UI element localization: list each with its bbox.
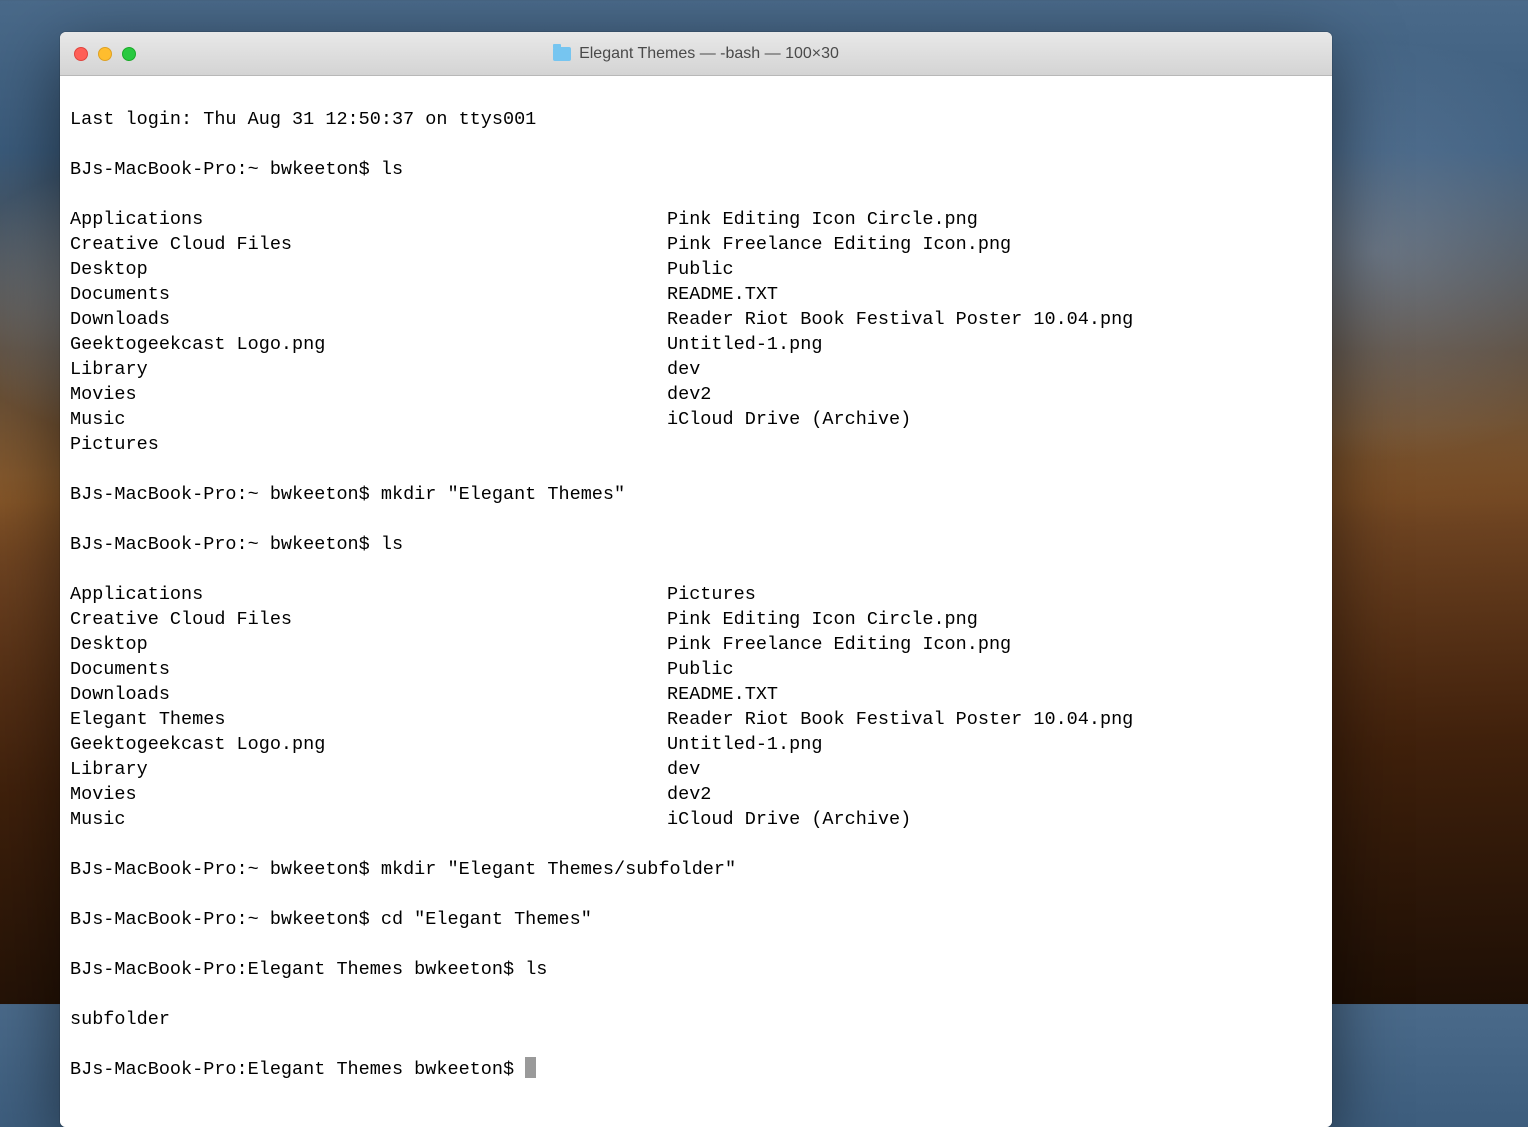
ls-column-1: Applications Creative Cloud Files Deskto… — [70, 207, 667, 457]
window-title: Elegant Themes — -bash — 100×30 — [579, 45, 839, 63]
command-text: ls — [525, 959, 547, 980]
ls-column-1: Applications Creative Cloud Files Deskto… — [70, 582, 667, 832]
ls-column-2: Pictures Pink Editing Icon Circle.png Pi… — [667, 582, 1133, 832]
prompt-line-3: BJs-MacBook-Pro:~ bwkeeton$ ls — [70, 532, 1322, 557]
title-center: Elegant Themes — -bash — 100×30 — [60, 45, 1332, 63]
command-text: ls — [381, 534, 403, 555]
maximize-button[interactable] — [122, 47, 136, 61]
command-text: ls — [381, 159, 403, 180]
prompt-line-1: BJs-MacBook-Pro:~ bwkeeton$ ls — [70, 157, 1322, 182]
ls-output-1: Applications Creative Cloud Files Deskto… — [70, 207, 1322, 457]
close-button[interactable] — [74, 47, 88, 61]
titlebar: Elegant Themes — -bash — 100×30 — [60, 32, 1332, 76]
folder-icon — [553, 47, 571, 61]
command-text: cd "Elegant Themes" — [381, 909, 592, 930]
prompt-line-4: BJs-MacBook-Pro:~ bwkeeton$ mkdir "Elega… — [70, 857, 1322, 882]
prompt-text: BJs-MacBook-Pro:~ bwkeeton$ — [70, 534, 381, 555]
ls-output-2: Applications Creative Cloud Files Deskto… — [70, 582, 1322, 832]
minimize-button[interactable] — [98, 47, 112, 61]
last-login-line: Last login: Thu Aug 31 12:50:37 on ttys0… — [70, 107, 1322, 132]
prompt-line-current: BJs-MacBook-Pro:Elegant Themes bwkeeton$ — [70, 1057, 1322, 1082]
traffic-lights — [60, 47, 136, 61]
prompt-text: BJs-MacBook-Pro:~ bwkeeton$ — [70, 859, 381, 880]
command-text: mkdir "Elegant Themes/subfolder" — [381, 859, 736, 880]
ls-output-3: subfolder — [70, 1007, 1322, 1032]
prompt-line-5: BJs-MacBook-Pro:~ bwkeeton$ cd "Elegant … — [70, 907, 1322, 932]
cursor — [525, 1057, 536, 1078]
terminal-body[interactable]: Last login: Thu Aug 31 12:50:37 on ttys0… — [60, 76, 1332, 1127]
ls-column-2: Pink Editing Icon Circle.png Pink Freela… — [667, 207, 1133, 457]
prompt-text: BJs-MacBook-Pro:Elegant Themes bwkeeton$ — [70, 959, 525, 980]
prompt-text: BJs-MacBook-Pro:~ bwkeeton$ — [70, 909, 381, 930]
prompt-text: BJs-MacBook-Pro:Elegant Themes bwkeeton$ — [70, 1059, 525, 1080]
prompt-line-2: BJs-MacBook-Pro:~ bwkeeton$ mkdir "Elega… — [70, 482, 1322, 507]
command-text: mkdir "Elegant Themes" — [381, 484, 625, 505]
prompt-text: BJs-MacBook-Pro:~ bwkeeton$ — [70, 159, 381, 180]
prompt-text: BJs-MacBook-Pro:~ bwkeeton$ — [70, 484, 381, 505]
terminal-window: Elegant Themes — -bash — 100×30 Last log… — [60, 32, 1332, 1127]
prompt-line-6: BJs-MacBook-Pro:Elegant Themes bwkeeton$… — [70, 957, 1322, 982]
